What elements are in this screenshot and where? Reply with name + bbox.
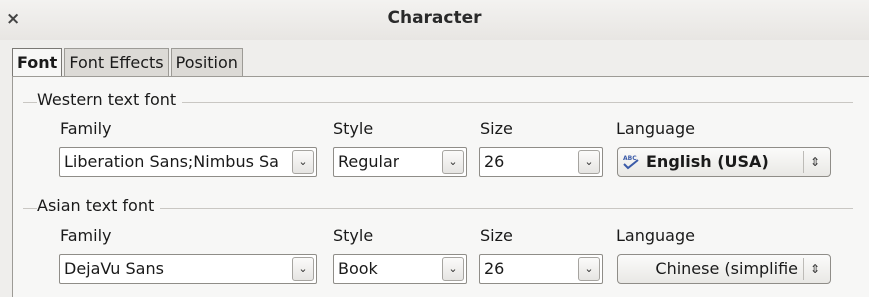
asian-section-label: Asian text font (37, 196, 161, 215)
up-down-arrows-icon[interactable]: ⇕ (803, 258, 826, 280)
western-size-combo[interactable]: 26 ⌄ (479, 147, 603, 177)
asian-language-label: Language (616, 226, 695, 245)
spellcheck-abc-icon: ABC (622, 154, 640, 170)
asian-size-value: 26 (484, 259, 505, 278)
asian-language-value: Chinese (simplifie (655, 259, 798, 278)
tab-font[interactable]: Font (12, 48, 63, 78)
asian-family-value: DejaVu Sans (64, 259, 164, 278)
asian-size-combo[interactable]: 26 ⌄ (479, 254, 603, 284)
svg-text:ABC: ABC (623, 155, 637, 162)
title-bar: × Character (0, 0, 869, 40)
chevron-down-icon[interactable]: ⌄ (292, 257, 314, 281)
western-family-value: Liberation Sans;Nimbus Sa (64, 152, 279, 171)
western-language-label: Language (616, 119, 695, 138)
asian-style-label: Style (333, 226, 374, 245)
western-style-value: Regular (338, 152, 400, 171)
font-tab-panel: Western text font Family Style Size Lang… (12, 76, 869, 297)
tab-font-effects[interactable]: Font Effects (64, 48, 169, 76)
western-family-combo[interactable]: Liberation Sans;Nimbus Sa ⌄ (59, 147, 317, 177)
asian-style-value: Book (338, 259, 378, 278)
up-down-arrows-icon[interactable]: ⇕ (803, 151, 826, 173)
western-style-combo[interactable]: Regular ⌄ (333, 147, 467, 177)
asian-size-label: Size (480, 226, 513, 245)
chevron-down-icon[interactable]: ⌄ (578, 257, 600, 281)
asian-family-combo[interactable]: DejaVu Sans ⌄ (59, 254, 317, 284)
western-section-label: Western text font (37, 90, 183, 109)
tab-bar: Font Font Effects Position (12, 48, 245, 78)
western-language-value: English (USA) (646, 152, 769, 171)
chevron-down-icon[interactable]: ⌄ (442, 257, 464, 281)
western-size-label: Size (480, 119, 513, 138)
tab-position[interactable]: Position (170, 48, 243, 76)
window-title: Character (387, 8, 482, 28)
chevron-down-icon[interactable]: ⌄ (578, 150, 600, 174)
western-size-value: 26 (484, 152, 505, 171)
asian-style-combo[interactable]: Book ⌄ (333, 254, 467, 284)
western-style-label: Style (333, 119, 374, 138)
asian-family-label: Family (60, 226, 112, 245)
western-family-label: Family (60, 119, 112, 138)
chevron-down-icon[interactable]: ⌄ (292, 150, 314, 174)
asian-language-select[interactable]: Chinese (simplifie ⇕ (617, 254, 831, 284)
chevron-down-icon[interactable]: ⌄ (442, 150, 464, 174)
western-language-select[interactable]: ABC English (USA) ⇕ (617, 147, 831, 177)
